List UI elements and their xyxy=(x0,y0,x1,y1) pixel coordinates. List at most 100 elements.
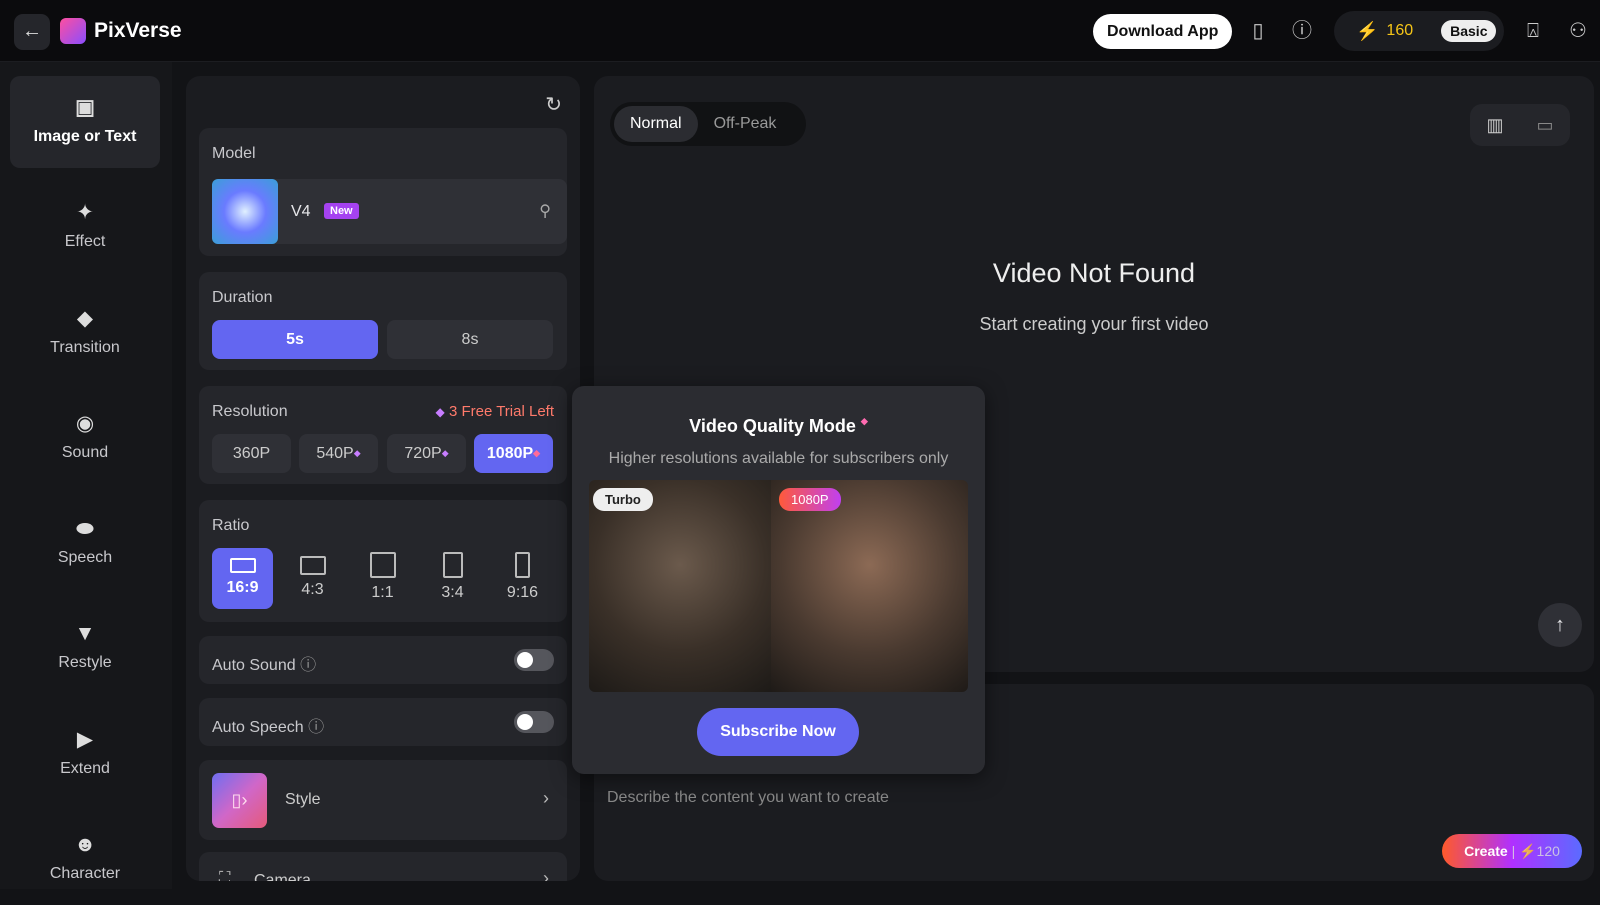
create-button[interactable]: Create | ⚡120 xyxy=(1442,834,1582,868)
download-app-button[interactable]: Download App xyxy=(1093,14,1233,49)
sidebar-item-restyle[interactable]: ▼ Restyle xyxy=(10,602,160,694)
camera-row[interactable]: ⛶ Camera › xyxy=(199,852,567,881)
label: 16:9 xyxy=(226,579,259,596)
sidebar-item-sound[interactable]: ◉ Sound xyxy=(10,392,160,484)
chevron-right-icon: › xyxy=(543,788,549,808)
feedback-icon[interactable]: ⍓ xyxy=(1520,18,1546,44)
duration-5s[interactable]: 5s xyxy=(212,320,378,359)
sidebar-item-speech[interactable]: ⬬ Speech xyxy=(10,497,160,589)
lips-icon: ⬬ xyxy=(76,517,94,540)
empty-subtitle: Start creating your first video xyxy=(979,314,1209,334)
list-view-icon[interactable]: ▭ xyxy=(1536,115,1553,136)
label: 540P xyxy=(316,445,354,462)
chevron-right-icon: › xyxy=(543,868,549,881)
res-360p[interactable]: 360P xyxy=(212,434,291,473)
gem-icon: ◆ xyxy=(435,405,445,420)
gem-icon: ◆ xyxy=(860,416,868,426)
label: 1:1 xyxy=(371,584,394,601)
bolt-icon: ⚡ xyxy=(1356,20,1379,41)
model-card: Model V4 New ⚲ xyxy=(199,128,567,256)
scroll-top-button[interactable]: ↑ xyxy=(1538,603,1582,647)
book-icon[interactable]: ▯ xyxy=(1245,18,1271,44)
model-label: Model xyxy=(212,145,256,162)
auto-speech-row: Auto Speech ⓘ xyxy=(199,698,567,746)
camera-label: Camera xyxy=(254,872,311,881)
style-label: Style xyxy=(285,791,321,808)
camera-icon: ⛶ xyxy=(219,870,231,881)
auto-sound-row: Auto Sound ⓘ xyxy=(199,636,567,684)
auto-speech-label: Auto Speech xyxy=(212,719,304,736)
model-selector[interactable]: V4 New ⚲ xyxy=(212,179,567,244)
gem-icon: ◆ xyxy=(353,448,361,458)
new-badge: New xyxy=(324,203,359,219)
settings-panel: ↻ Model V4 New ⚲ Duration 5s 8s Resoluti… xyxy=(186,76,580,881)
popup-subtitle: Higher resolutions available for subscri… xyxy=(608,450,949,467)
help-icon[interactable]: ⓘ xyxy=(300,657,316,674)
style-row[interactable]: ▯› Style › xyxy=(199,760,567,840)
duration-card: Duration 5s 8s xyxy=(199,272,567,370)
ratio-16-9[interactable]: 16:9 xyxy=(212,548,273,609)
reset-icon[interactable]: ↻ xyxy=(545,92,562,117)
subscribe-now-button[interactable]: Subscribe Now xyxy=(697,708,859,756)
mode-off-peak[interactable]: Off-Peak xyxy=(698,106,793,142)
sidebar: ▣ Image or Text ✦ Effect ◆ Transition ◉ Soun… xyxy=(0,62,172,889)
gem-icon: ◆ xyxy=(441,448,449,458)
sparkle-icon: ✦ xyxy=(76,201,94,224)
smiley-icon: ☻ xyxy=(73,833,97,856)
sidebar-item-character[interactable]: ☻ Character xyxy=(10,813,160,905)
sidebar-item-image-or-text[interactable]: ▣ Image or Text xyxy=(10,76,160,168)
res-720p[interactable]: 720P◆ xyxy=(387,434,466,473)
label: 4:3 xyxy=(301,581,324,598)
sidebar-item-extend[interactable]: ▶ Extend xyxy=(10,708,160,800)
transition-icon: ◆ xyxy=(76,307,94,330)
label: Extend xyxy=(60,760,110,777)
gem-icon: ◆ xyxy=(533,448,541,458)
res-1080p[interactable]: 1080P◆ xyxy=(474,434,553,473)
credits-pill[interactable]: ⚡ 160 Basic xyxy=(1334,11,1504,51)
label: Transition xyxy=(50,339,120,356)
sidebar-item-transition[interactable]: ◆ Transition xyxy=(10,287,160,379)
grid-view-icon[interactable]: ▥ xyxy=(1486,115,1503,136)
ratio-4-3[interactable]: 4:3 xyxy=(282,548,343,609)
label: 3:4 xyxy=(441,584,464,601)
brush-icon: ▼ xyxy=(74,622,96,645)
extend-icon: ▶ xyxy=(76,728,94,751)
free-trial-text: 3 Free Trial Left xyxy=(448,403,554,420)
ratio-card: Ratio 16:9 4:3 1:1 3:4 9:16 xyxy=(199,500,567,622)
logo[interactable]: PixVerse xyxy=(60,18,182,44)
prompt-input[interactable]: Describe the content you want to create xyxy=(607,789,889,807)
help-icon[interactable]: ⓘ xyxy=(308,719,324,736)
settings-sliders-icon[interactable]: ⚲ xyxy=(539,201,551,221)
res-540p[interactable]: 540P◆ xyxy=(299,434,378,473)
view-switcher: ▥ ▭ xyxy=(1470,104,1570,146)
ratio-3-4[interactable]: 3:4 xyxy=(422,548,483,609)
help-icon[interactable]: ⓘ xyxy=(1289,18,1315,44)
auto-speech-toggle[interactable] xyxy=(514,711,554,733)
label: 9:16 xyxy=(506,584,539,601)
user-icon[interactable]: ⚇ xyxy=(1565,18,1591,44)
1080p-tag: 1080P xyxy=(779,488,841,511)
sidebar-item-effect[interactable]: ✦ Effect xyxy=(10,181,160,273)
label: Image or Text xyxy=(33,128,137,145)
ratio-label: Ratio xyxy=(212,517,250,534)
label: 720P xyxy=(404,445,442,462)
turbo-tag: Turbo xyxy=(593,488,653,511)
ratio-1-1[interactable]: 1:1 xyxy=(352,548,413,609)
mode-normal[interactable]: Normal xyxy=(614,106,698,142)
duration-8s[interactable]: 8s xyxy=(387,320,553,359)
label: Speech xyxy=(57,549,113,566)
turbo-sample-image xyxy=(589,480,771,692)
label: Effect xyxy=(64,233,106,250)
resolution-label: Resolution xyxy=(212,403,288,420)
comparison-image: Turbo 1080P xyxy=(589,480,968,692)
app-name: PixVerse xyxy=(94,19,182,42)
resolution-card: Resolution ◆ 3 Free Trial Left 360P 540P… xyxy=(199,386,567,484)
popup-title: Video Quality Mode xyxy=(689,416,856,436)
image-icon: ▣ xyxy=(75,96,95,119)
plan-badge: Basic xyxy=(1441,20,1497,42)
auto-sound-toggle[interactable] xyxy=(514,649,554,671)
duration-label: Duration xyxy=(212,289,273,306)
back-button[interactable]: ← xyxy=(14,14,50,50)
logo-icon xyxy=(60,18,86,44)
ratio-9-16[interactable]: 9:16 xyxy=(492,548,553,609)
